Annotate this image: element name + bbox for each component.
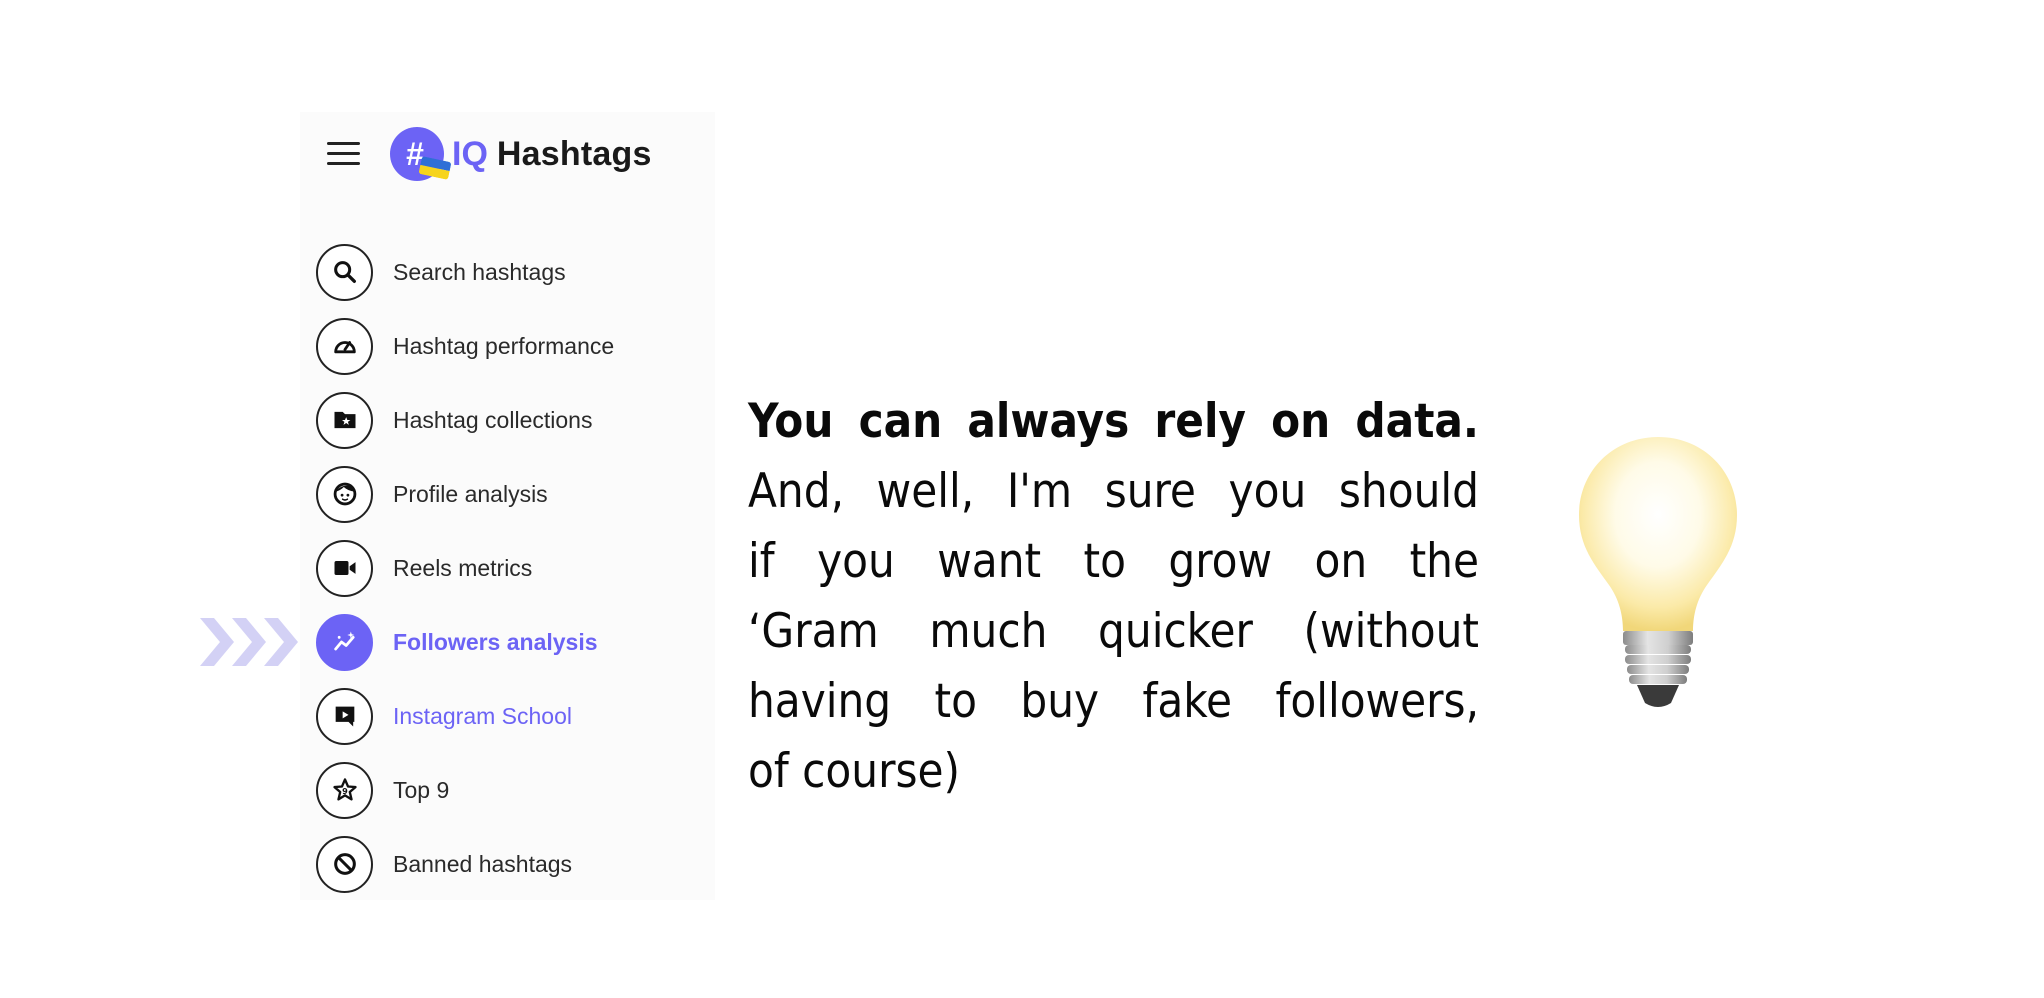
sidebar-item-banned-hashtags[interactable]: Banned hashtags <box>316 835 706 893</box>
sidebar-item-label: Top 9 <box>393 776 450 803</box>
folder-star-icon <box>316 391 373 449</box>
sidebar-header: # IQ Hashtags <box>300 112 715 192</box>
sidebar-item-label: Hashtag performance <box>393 332 615 359</box>
sidebar-item-label: Banned hashtags <box>393 850 573 877</box>
body-line: having to buy fake followers, <box>748 674 1479 729</box>
sidebar-item-followers-analysis[interactable]: Followers analysis <box>316 613 706 671</box>
body-line: of course) <box>748 744 961 799</box>
sidebar-item-top-9[interactable]: 9 Top 9 <box>316 761 706 819</box>
ban-icon <box>316 835 373 893</box>
sidebar-item-profile-analysis[interactable]: Profile analysis <box>316 465 706 523</box>
sidebar-item-label: Search hashtags <box>393 258 566 285</box>
play-chat-icon <box>316 687 373 745</box>
logo[interactable]: # IQ Hashtags <box>390 126 652 182</box>
svg-text:9: 9 <box>342 786 348 796</box>
sidebar-item-label: Profile analysis <box>393 480 548 507</box>
sidebar-item-hashtag-performance[interactable]: Hashtag performance <box>316 317 706 375</box>
sidebar-item-search-hashtags[interactable]: Search hashtags <box>316 243 706 301</box>
video-camera-icon <box>316 539 373 597</box>
lightbulb-icon <box>1579 437 1737 707</box>
headline-paragraph: You can always rely on data. And, well, … <box>748 387 1479 807</box>
sidebar-item-hashtag-collections[interactable]: Hashtag collections <box>316 391 706 449</box>
body-line: And, well, I'm sure you should <box>748 464 1479 519</box>
sidebar-item-reels-metrics[interactable]: Reels metrics <box>316 539 706 597</box>
hamburger-icon[interactable] <box>327 142 360 166</box>
sidebar-item-label: Reels metrics <box>393 554 533 581</box>
body-line: if you want to grow on the <box>748 534 1479 589</box>
triple-chevron-right-icon <box>200 618 298 666</box>
logo-name-text: Hashtags <box>496 134 652 173</box>
logo-hashtag-bubble-icon: # <box>390 127 452 181</box>
sidebar-panel: # IQ Hashtags Search hashtags Hashtag pe… <box>300 112 715 900</box>
search-icon <box>316 243 373 301</box>
sidebar-item-label: Followers analysis <box>393 628 598 655</box>
body-line: ‘Gram much quicker (without <box>748 604 1479 659</box>
logo-iq-text: IQ <box>452 134 488 173</box>
face-icon <box>316 465 373 523</box>
trend-sparkle-icon <box>316 613 373 671</box>
sidebar-item-label: Hashtag collections <box>393 406 593 433</box>
sidebar-item-label: Instagram School <box>393 702 572 729</box>
sidebar-item-instagram-school[interactable]: Instagram School <box>316 687 706 745</box>
speedometer-icon <box>316 317 373 375</box>
star-nine-icon: 9 <box>316 761 373 819</box>
headline-line: You can always rely on data. <box>748 394 1479 449</box>
